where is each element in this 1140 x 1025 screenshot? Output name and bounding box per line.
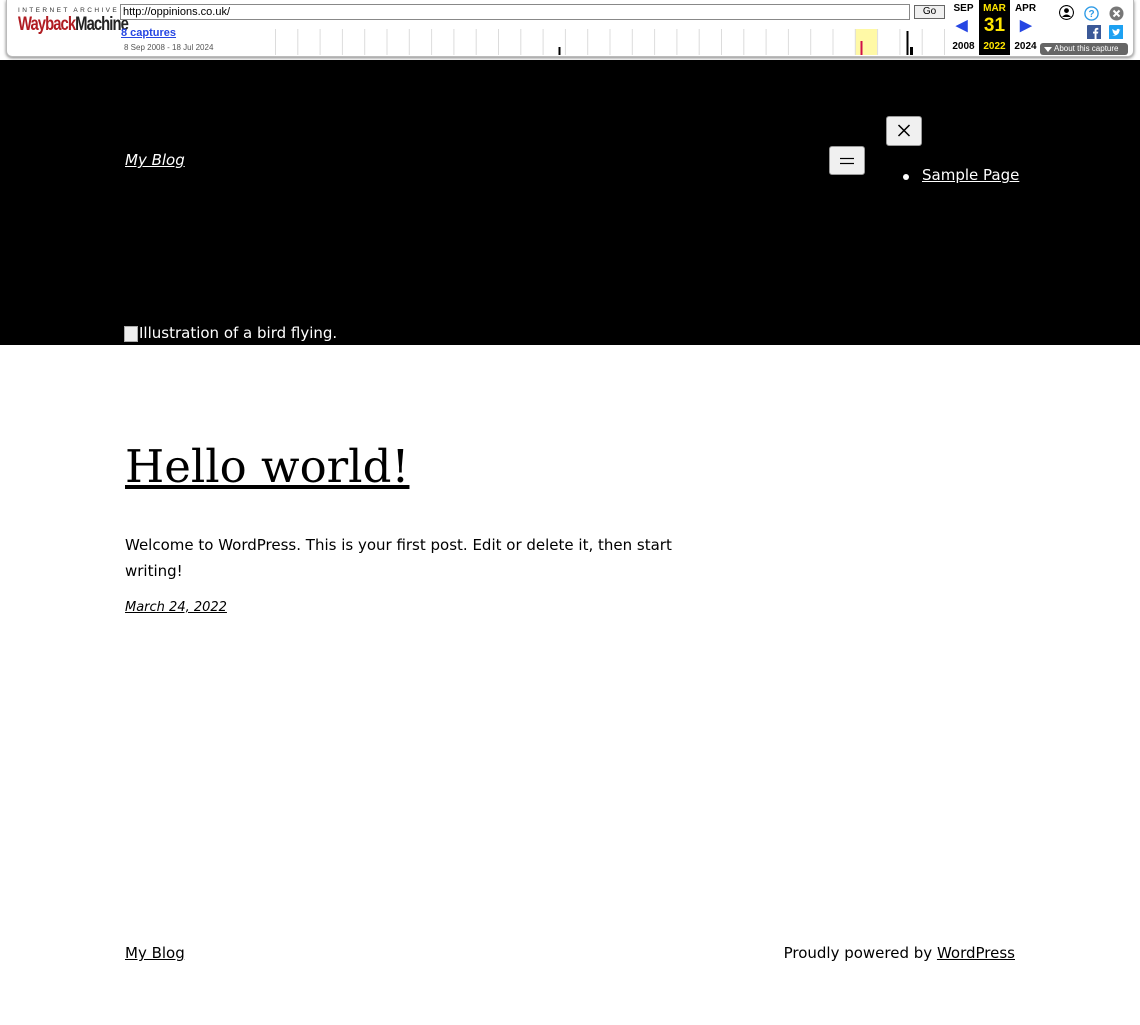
prev-arrow-icon[interactable]: ◀ xyxy=(956,17,968,35)
wayback-logo-wordmark: WaybackMachine xyxy=(18,14,129,35)
wayback-calendar-nav: SEP ◀ 2008 MAR 31 2022 APR ▶ 2024 xyxy=(948,0,1041,56)
footer-site-title-link[interactable]: My Blog xyxy=(125,944,185,962)
menu-open-button[interactable] xyxy=(829,146,865,175)
menu-icon xyxy=(840,157,854,165)
footer-credit-prefix: Proudly powered by xyxy=(783,944,933,962)
wayback-logo-top-text: INTERNET ARCHIVE xyxy=(18,7,120,14)
svg-text:?: ? xyxy=(1088,9,1094,20)
wayback-logo[interactable]: INTERNET ARCHIVE WaybackMachine xyxy=(18,7,129,47)
post-date-link[interactable]: March 24, 2022 xyxy=(125,600,227,615)
menu-close-button[interactable] xyxy=(886,116,922,146)
close-icon[interactable] xyxy=(1109,6,1124,21)
header-image-alt-text: Illustration of a bird flying. xyxy=(139,324,338,342)
user-icon[interactable] xyxy=(1059,5,1074,20)
list-bullet-icon xyxy=(903,174,909,180)
post-title-link[interactable]: Hello world! xyxy=(125,440,409,494)
site-title-link[interactable]: My Blog xyxy=(125,151,185,169)
wordpress-link[interactable]: WordPress xyxy=(937,944,1015,962)
footer-credit: Proudly powered by WordPress xyxy=(784,944,1015,962)
site-header: My Blog Sample Page Illustration of a bi… xyxy=(0,60,1140,345)
wayback-go-button[interactable]: Go xyxy=(914,5,945,19)
wayback-date-range: 8 Sep 2008 - 18 Jul 2024 xyxy=(124,43,214,52)
wayback-about-capture-button[interactable]: About this capture xyxy=(1040,43,1128,55)
wayback-next-month[interactable]: APR ▶ 2024 xyxy=(1010,0,1041,55)
wayback-toolbar: INTERNET ARCHIVE WaybackMachine http://o… xyxy=(0,0,1140,60)
wayback-toolbar-panel: INTERNET ARCHIVE WaybackMachine http://o… xyxy=(6,0,1134,57)
twitter-icon[interactable] xyxy=(1109,25,1124,40)
wayback-prev-month[interactable]: SEP ◀ 2008 xyxy=(948,0,979,55)
help-icon[interactable]: ? xyxy=(1084,6,1099,21)
wayback-current-day: 31 xyxy=(983,15,1006,36)
header-image: Illustration of a bird flying. xyxy=(124,320,337,344)
close-icon xyxy=(897,124,911,137)
nav-item-sample-page[interactable]: Sample Page xyxy=(922,166,1019,184)
wayback-current-capture: MAR 31 2022 xyxy=(979,0,1010,55)
wayback-captures-link[interactable]: 8 captures xyxy=(121,27,176,39)
chevron-down-icon xyxy=(1044,47,1052,52)
wayback-about-capture-label: About this capture xyxy=(1054,44,1119,53)
next-arrow-icon[interactable]: ▶ xyxy=(1020,17,1032,35)
post-excerpt: Welcome to WordPress. This is your first… xyxy=(125,536,672,580)
facebook-icon[interactable] xyxy=(1087,25,1102,40)
wayback-url-input[interactable]: http://oppinions.co.uk/ xyxy=(120,4,910,20)
wayback-capture-sparkline[interactable] xyxy=(275,29,945,55)
broken-image-icon xyxy=(124,326,138,342)
